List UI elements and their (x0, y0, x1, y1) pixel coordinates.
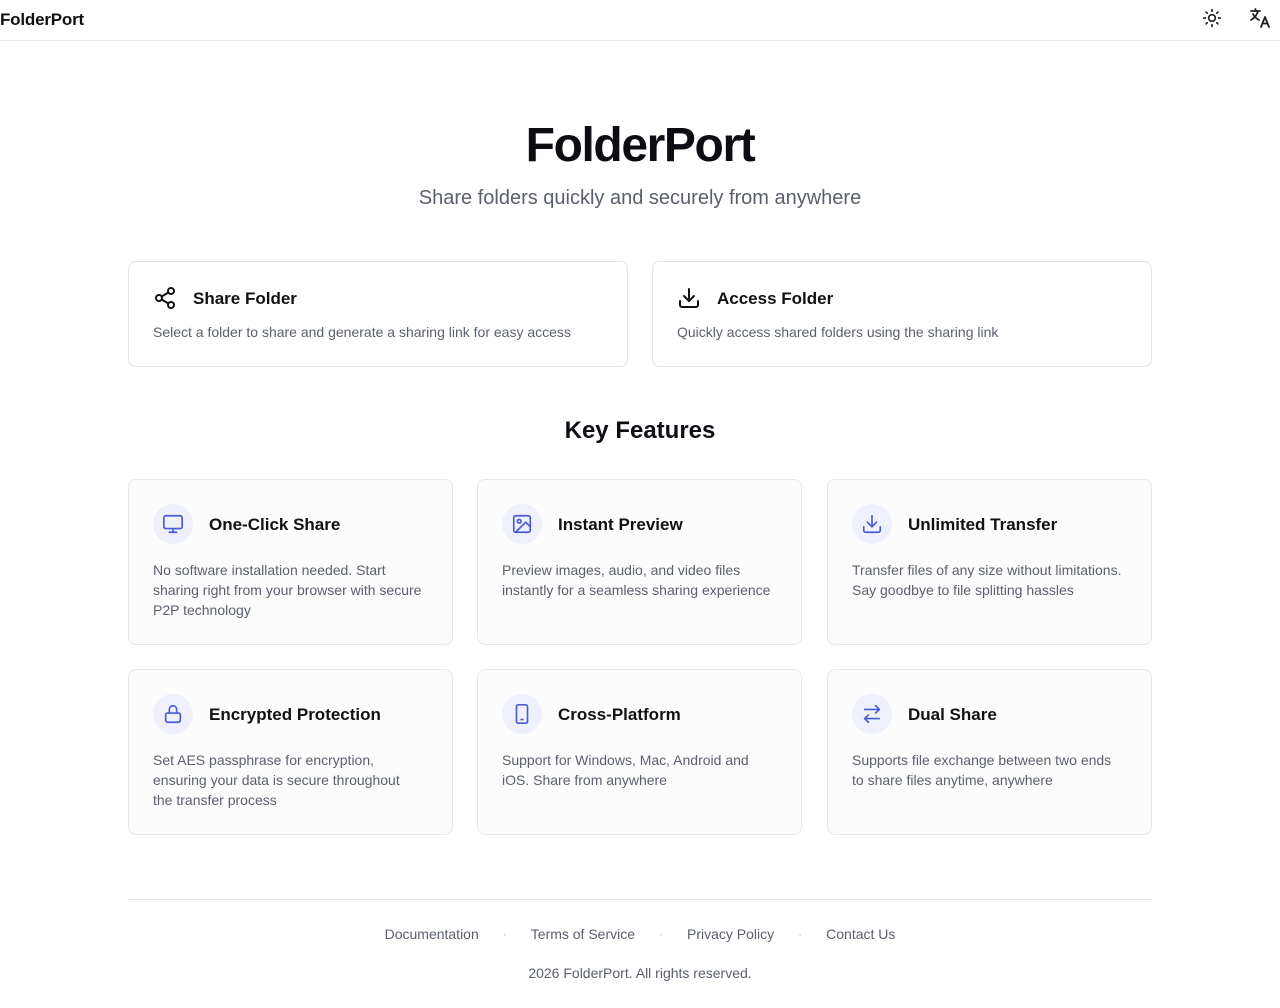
footer-divider (128, 899, 1152, 900)
hero-subtitle: Share folders quickly and securely from … (418, 187, 862, 209)
share-folder-card[interactable]: Share Folder Select a folder to share an… (128, 261, 628, 367)
footer-link-contact[interactable]: Contact Us (826, 926, 895, 942)
feature-card-instant-preview: Instant Preview Preview images, audio, a… (477, 479, 802, 645)
feature-card-unlimited-transfer: Unlimited Transfer Transfer files of any… (827, 479, 1152, 645)
feature-description: Preview images, audio, and video files i… (502, 562, 771, 598)
footer-separator: · (502, 927, 507, 941)
feature-description: Supports file exchange between two ends … (852, 752, 1112, 788)
features-heading: Key Features (564, 417, 716, 444)
feature-title: Encrypted Protection (209, 705, 381, 724)
feature-card-dual-share: Dual Share Supports file exchange betwee… (827, 669, 1152, 835)
share-folder-description: Select a folder to share and generate a … (153, 324, 571, 340)
access-folder-description: Quickly access shared folders using the … (677, 324, 999, 340)
footer-separator: · (798, 927, 803, 941)
swap-arrows-icon (852, 694, 892, 734)
share-icon (153, 286, 177, 310)
feature-description: Support for Windows, Mac, Android and iO… (502, 752, 749, 788)
feature-title: Cross-Platform (558, 705, 681, 724)
language-button[interactable] (1248, 6, 1272, 35)
feature-description: No software installation needed. Start s… (153, 562, 422, 618)
translate-icon (1248, 6, 1272, 35)
download-icon (852, 504, 892, 544)
top-bar: FolderPort (0, 0, 1280, 41)
footer-link-terms[interactable]: Terms of Service (531, 926, 635, 942)
feature-title: One-Click Share (209, 515, 341, 534)
theme-toggle-button[interactable] (1200, 8, 1224, 32)
feature-card-one-click-share: One-Click Share No software installation… (128, 479, 453, 645)
copyright-text: 2026 FolderPort. All rights reserved. (528, 965, 752, 981)
feature-title: Unlimited Transfer (908, 515, 1058, 534)
tablet-icon (502, 694, 542, 734)
access-folder-title: Access Folder (717, 289, 834, 308)
feature-title: Instant Preview (558, 515, 683, 534)
sun-icon (1202, 8, 1222, 33)
feature-description: Set AES passphrase for encryption, ensur… (153, 752, 400, 808)
footer-separator: · (659, 927, 664, 941)
hero-title: FolderPort (525, 119, 756, 172)
download-icon (677, 286, 701, 310)
brand-logo[interactable]: FolderPort (0, 10, 84, 30)
feature-description: Transfer files of any size without limit… (852, 562, 1122, 598)
feature-card-cross-platform: Cross-Platform Support for Windows, Mac,… (477, 669, 802, 835)
lock-icon (153, 694, 193, 734)
share-folder-title: Share Folder (193, 289, 297, 308)
feature-title: Dual Share (908, 705, 997, 724)
footer-link-privacy[interactable]: Privacy Policy (687, 926, 774, 942)
footer-links: Documentation · Terms of Service · Priva… (0, 926, 1280, 942)
feature-card-encrypted-protection: Encrypted Protection Set AES passphrase … (128, 669, 453, 835)
image-icon (502, 504, 542, 544)
monitor-icon (153, 504, 193, 544)
footer-link-documentation[interactable]: Documentation (385, 926, 479, 942)
access-folder-card[interactable]: Access Folder Quickly access shared fold… (652, 261, 1152, 367)
